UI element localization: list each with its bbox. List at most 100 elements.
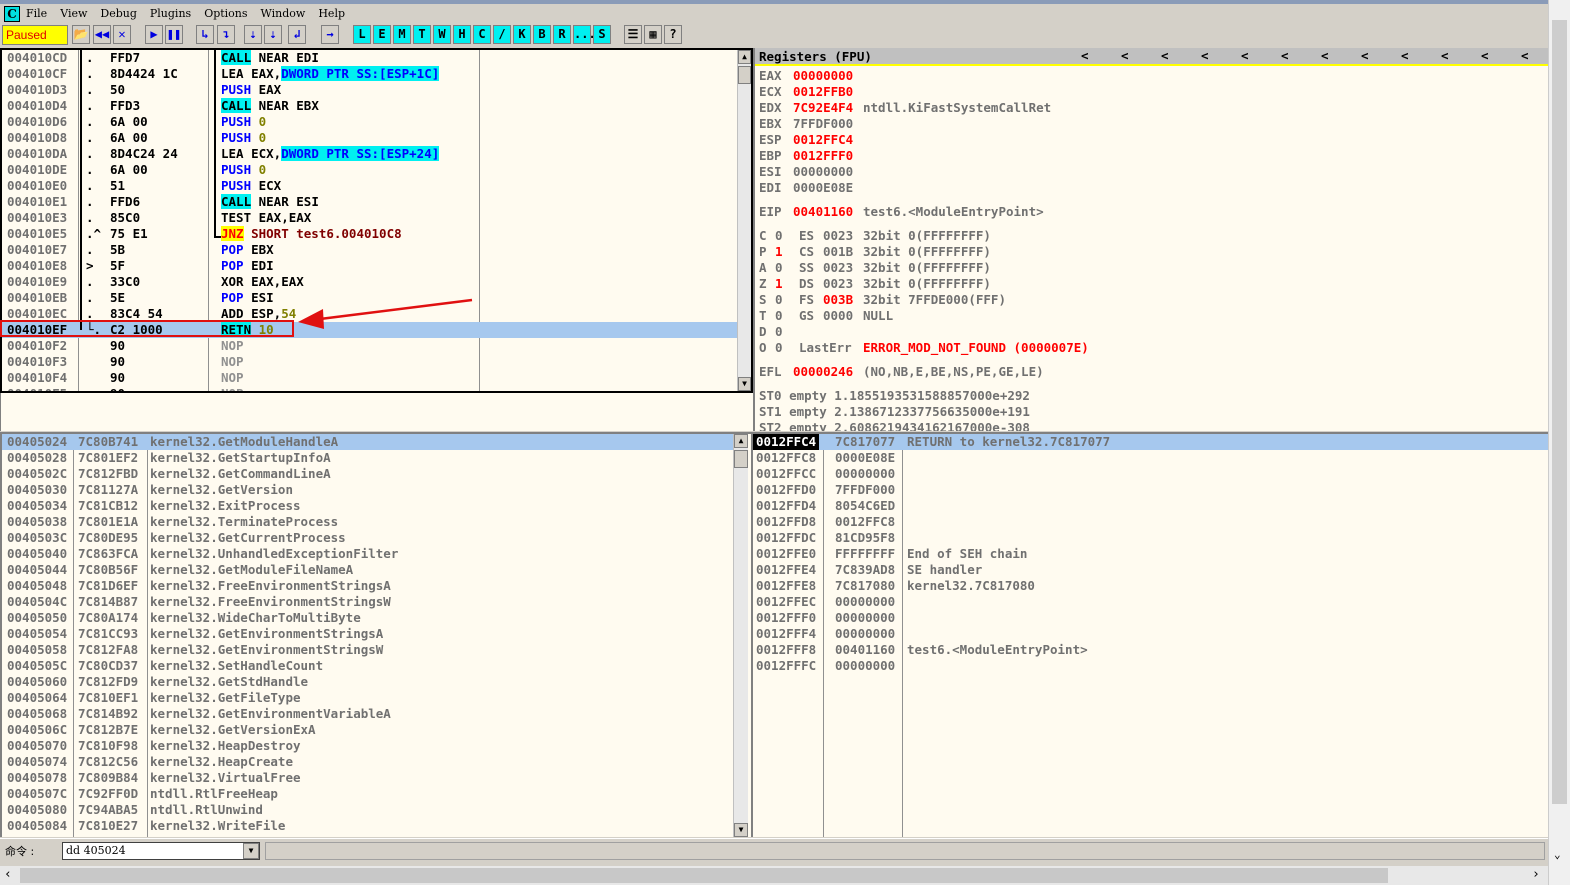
flag-row[interactable]: T 0 GS 0000 NULL	[755, 308, 1548, 324]
disasm-row[interactable]: 004010D6. 6A 00 PUSH 0	[2, 114, 737, 130]
trace-into-icon[interactable]: ⇣	[244, 25, 262, 44]
register-row[interactable]: ESI 00000000	[755, 164, 1548, 180]
menu-file[interactable]: File	[26, 7, 47, 20]
window-button-8[interactable]: K	[513, 25, 531, 44]
flag-row[interactable]: S 0 FS 003B 32bit 7FFDE000(FFF)	[755, 292, 1548, 308]
dump-row[interactable]: 00405054 7C81CC93 kernel32.GetEnvironmentS…	[2, 626, 733, 642]
collapse-chevron-icon[interactable]: <	[1441, 48, 1449, 63]
dump-row[interactable]: 00405084 7C810E27 kernel32.WriteFile	[2, 818, 733, 834]
disasm-row[interactable]: 004010E0. 51 PUSH ECX	[2, 178, 737, 194]
run-icon[interactable]: ▶	[145, 25, 163, 44]
dump-row[interactable]: 0040507C 7C92FF0D ntdll.RtlFreeHeap	[2, 786, 733, 802]
window-button-3[interactable]: T	[413, 25, 431, 44]
colors-icon[interactable]: ▦	[644, 25, 662, 44]
fpu-row[interactable]: ST1 empty 2.1386712337756635000e+191	[755, 404, 1548, 420]
collapse-chevron-icon[interactable]: <	[1121, 48, 1129, 63]
window-button-4[interactable]: W	[433, 25, 451, 44]
scroll-up-icon[interactable]: ▲	[734, 434, 748, 448]
dump-row[interactable]: 00405028 7C801EF2 kernel32.GetStartupInfoA	[2, 450, 733, 466]
flag-row[interactable]: C 0 ES 0023 32bit 0(FFFFFFFF)	[755, 228, 1548, 244]
dump-row[interactable]: 00405074 7C812C56 kernel32.HeapCreate	[2, 754, 733, 770]
dump-row[interactable]: 0040506C 7C812B7E kernel32.GetVersionExA	[2, 722, 733, 738]
stack-row[interactable]: 0012FFE8 7C817080 kernel32.7C817080	[753, 578, 1548, 594]
register-row[interactable]: EDX 7C92E4F4 ntdll.KiFastSystemCallRet	[755, 100, 1548, 116]
vertical-scrollbar-thumb[interactable]	[1552, 20, 1567, 804]
trace-over-icon[interactable]: ⇣	[264, 25, 282, 44]
dump-row[interactable]: 00405048 7C81D6EF kernel32.FreeEnvironment…	[2, 578, 733, 594]
disassembly-pane[interactable]: 004010CD. FFD7 CALL NEAR EDI 004010CF. 8D442…	[0, 48, 753, 393]
dump-row[interactable]: 0040502C 7C812FBD kernel32.GetCommandLineA	[2, 466, 733, 482]
window-button-10[interactable]: R	[553, 25, 571, 44]
window-button-12[interactable]: S	[593, 25, 611, 44]
dump-scroll-thumb[interactable]	[734, 450, 748, 468]
app-icon[interactable]: C	[4, 5, 20, 22]
vertical-scrollbar[interactable]: ⌄	[1548, 0, 1570, 885]
dump-row[interactable]: 00405050 7C80A174 kernel32.WideCharToMulti…	[2, 610, 733, 626]
flag-row[interactable]: D0	[755, 324, 1548, 340]
disasm-row[interactable]: 004010D8. 6A 00 PUSH 0	[2, 130, 737, 146]
disasm-row[interactable]: 004010DE. 6A 00 PUSH 0	[2, 162, 737, 178]
stack-row[interactable]: 0012FFD8 0012FFC8	[753, 514, 1548, 530]
disasm-row[interactable]: 004010F4 90 NOP	[2, 370, 737, 386]
register-row[interactable]: ESP 0012FFC4	[755, 132, 1548, 148]
execute-till-return-icon[interactable]: ↲	[288, 25, 306, 44]
dump-row[interactable]: 00405060 7C812FD9 kernel32.GetStdHandle	[2, 674, 733, 690]
window-button-1[interactable]: E	[373, 25, 391, 44]
window-button-11[interactable]: ...	[573, 25, 596, 44]
stack-row[interactable]: 0012FFE4 7C839AD8 SE handler	[753, 562, 1548, 578]
collapse-chevron-icon[interactable]: <	[1281, 48, 1289, 63]
dump-row[interactable]: 00405078 7C809B84 kernel32.VirtualFree	[2, 770, 733, 786]
disasm-row[interactable]: 004010D3. 50 PUSH EAX	[2, 82, 737, 98]
dump-pane[interactable]: 00405024 7C80B741 kernel32.GetModuleHandle…	[0, 432, 751, 837]
collapse-chevron-icon[interactable]: <	[1081, 48, 1089, 63]
horizontal-scrollbar[interactable]: ‹ ›	[0, 866, 1548, 885]
register-row[interactable]: EDI 0000E08E	[755, 180, 1548, 196]
step-over-icon[interactable]: ↴	[217, 25, 235, 44]
dump-row[interactable]: 00405068 7C814B92 kernel32.GetEnvironmentV…	[2, 706, 733, 722]
window-button-5[interactable]: H	[453, 25, 471, 44]
register-row[interactable]: EAX 00000000	[755, 68, 1548, 84]
window-button-9[interactable]: B	[533, 25, 551, 44]
collapse-chevron-icon[interactable]: <	[1161, 48, 1169, 63]
stack-row[interactable]: 0012FFC8 0000E08E	[753, 450, 1548, 466]
stack-row[interactable]: 0012FFC4 7C817077 RETURN to kernel32.7C817…	[753, 434, 1548, 450]
collapse-chevron-icon[interactable]: <	[1401, 48, 1409, 63]
dump-row[interactable]: 00405058 7C812FA8 kernel32.GetEnvironmentS…	[2, 642, 733, 658]
menu-plugins[interactable]: Plugins	[150, 7, 191, 20]
disasm-row[interactable]: 004010E9. 33C0 XOR EAX,EAX	[2, 274, 737, 290]
restart-icon[interactable]: ◀◀	[93, 25, 111, 44]
dump-row[interactable]: 0040505C 7C80CD37 kernel32.SetHandleCount	[2, 658, 733, 674]
dump-row[interactable]: 00405064 7C810EF1 kernel32.GetFileType	[2, 690, 733, 706]
dump-row[interactable]: 0040503C 7C80DE95 kernel32.GetCurrentProce…	[2, 530, 733, 546]
disasm-row[interactable]: 004010E3. 85C0 TEST EAX,EAX	[2, 210, 737, 226]
dump-row[interactable]: 00405080 7C94ABA5 ntdll.RtlUnwind	[2, 802, 733, 818]
stack-row[interactable]: 0012FFF4 00000000	[753, 626, 1548, 642]
dump-row[interactable]: 00405030 7C81127A kernel32.GetVersion	[2, 482, 733, 498]
disasm-row[interactable]: 004010E5 .^ 75 E1 JNZ SHORT test6.004010C8	[2, 226, 737, 242]
dump-row[interactable]: 00405070 7C810F98 kernel32.HeapDestroy	[2, 738, 733, 754]
disasm-row[interactable]: 004010F2 90 NOP	[2, 338, 737, 354]
list-icon[interactable]: ☰	[624, 25, 642, 44]
collapse-chevron-icon[interactable]: <	[1361, 48, 1369, 63]
window-button-7[interactable]: /	[493, 25, 511, 44]
dump-row[interactable]: 00405044 7C80B56F kernel32.GetModuleFileNa…	[2, 562, 733, 578]
menu-options[interactable]: Options	[204, 7, 247, 20]
register-row[interactable]: ECX 0012FFB0	[755, 84, 1548, 100]
disasm-scroll-thumb[interactable]	[738, 66, 751, 84]
dump-row[interactable]: 00405038 7C801E1A kernel32.TerminateProces…	[2, 514, 733, 530]
dump-scrollbar[interactable]: ▲ ▼	[733, 434, 748, 837]
disasm-scrollbar[interactable]: ▲ ▼	[737, 50, 751, 391]
register-row[interactable]: EIP 00401160 test6.<ModuleEntryPoint>	[755, 204, 1548, 220]
menu-debug[interactable]: Debug	[100, 7, 137, 20]
stack-row[interactable]: 0012FFDC 81CD95F8	[753, 530, 1548, 546]
close-icon[interactable]: ✕	[113, 25, 131, 44]
collapse-chevron-icon[interactable]: <	[1321, 48, 1329, 63]
scroll-left-icon[interactable]: ‹	[4, 867, 12, 882]
open-icon[interactable]: 📂	[72, 25, 90, 44]
menu-window[interactable]: Window	[261, 7, 306, 20]
help-icon[interactable]: ?	[664, 25, 682, 44]
window-button-2[interactable]: M	[393, 25, 411, 44]
efl-row[interactable]: EFL 00000246 (NO,NB,E,BE,NS,PE,GE,LE)	[755, 364, 1548, 380]
dump-row[interactable]: 00405024 7C80B741 kernel32.GetModuleHandle…	[2, 434, 733, 450]
register-row[interactable]: EBP 0012FFF0	[755, 148, 1548, 164]
